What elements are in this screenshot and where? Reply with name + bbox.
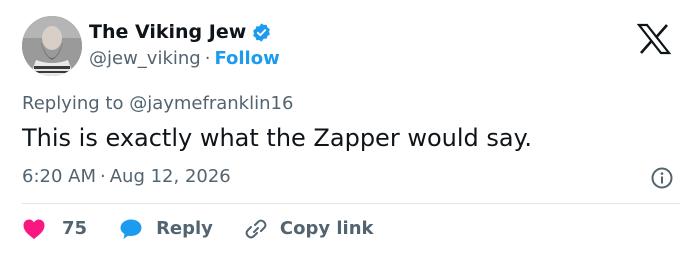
verified-badge-icon — [251, 22, 272, 43]
timestamp[interactable]: 6:20 AM · Aug 12, 2026 — [22, 165, 231, 189]
action-bar: 75 Reply Copy link — [22, 215, 374, 243]
link-icon — [245, 219, 267, 239]
heart-icon — [23, 219, 45, 239]
replying-to-mention[interactable]: @jaymefranklin16 — [129, 93, 293, 114]
timestamp-separator: · — [100, 166, 106, 187]
handle[interactable]: @jew_viking — [89, 48, 201, 69]
info-icon[interactable] — [650, 166, 674, 190]
follow-button[interactable]: Follow — [214, 48, 279, 69]
avatar[interactable] — [22, 16, 82, 76]
reply-label: Reply — [156, 218, 213, 239]
like-count: 75 — [62, 218, 88, 239]
replying-to-line: Replying to @jaymefranklin16 — [22, 92, 293, 116]
reply-button[interactable]: Reply — [119, 217, 213, 241]
author-name-row: The Viking Jew — [89, 20, 272, 44]
like-button[interactable]: 75 — [22, 217, 87, 241]
speech-bubble-icon — [120, 219, 142, 239]
tweet-date: Aug 12, 2026 — [109, 166, 231, 187]
tweet-card: The Viking Jew @jew_viking · Follow Replyi… — [0, 0, 700, 256]
tweet-time: 6:20 AM — [22, 166, 96, 187]
copy-link-button[interactable]: Copy link — [243, 217, 374, 241]
copy-link-label: Copy link — [279, 218, 374, 239]
tweet-text: This is exactly what the Zapper would sa… — [22, 124, 532, 152]
separator-dot: · — [204, 48, 211, 69]
divider — [22, 203, 680, 204]
x-logo-icon[interactable] — [636, 23, 672, 55]
replying-to-prefix: Replying to — [22, 93, 124, 114]
display-name[interactable]: The Viking Jew — [89, 20, 246, 44]
handle-row: @jew_viking · Follow — [89, 47, 280, 71]
